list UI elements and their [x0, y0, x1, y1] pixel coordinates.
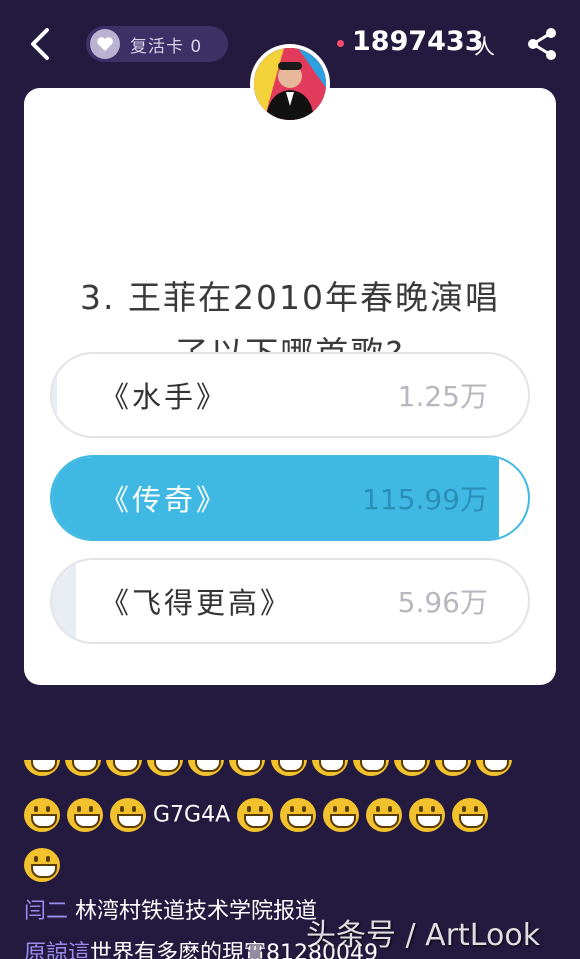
host-avatar: [250, 44, 330, 124]
grin-emoji-icon: [409, 798, 446, 832]
live-dot: [337, 40, 344, 47]
chat-faded-row: [0, 760, 580, 780]
grin-emoji-icon: [229, 760, 266, 776]
answer-option-3[interactable]: 《飞得更高》 5.96万: [50, 558, 530, 644]
question-line-1: 3. 王菲在2010年春晚演唱: [80, 278, 500, 317]
chat-emoji-row-text: G7G4A: [153, 802, 231, 828]
grin-emoji-icon: [323, 798, 360, 832]
option-3-label: 《飞得更高》: [100, 586, 293, 620]
revive-card-label: 复活卡 0: [130, 36, 203, 57]
grin-emoji-icon: [106, 760, 143, 776]
chat-message-1: 闫二 林湾村铁道技术学院报道: [24, 893, 317, 925]
chat-username: 闫二: [24, 899, 69, 924]
chat-text: 林湾村铁道技术学院报道: [75, 899, 318, 924]
grin-emoji-icon: [352, 760, 389, 776]
option-1-label: 《水手》: [100, 380, 229, 414]
grin-emoji-icon: [24, 798, 60, 832]
answer-option-1[interactable]: 《水手》 1.25万: [50, 352, 530, 438]
option-3-count: 5.96万: [397, 586, 488, 619]
viewer-unit: 人: [474, 35, 495, 59]
share-button[interactable]: [522, 24, 562, 64]
grin-emoji-icon: [311, 760, 348, 776]
heart-icon: [90, 29, 120, 59]
chevron-left-icon: [31, 28, 49, 60]
grin-emoji-icon: [110, 798, 146, 832]
chat-message-emoji-single: [24, 848, 60, 882]
grin-emoji-icon: [366, 798, 403, 832]
revive-card-badge[interactable]: 复活卡 0: [86, 26, 228, 62]
option-1-count: 1.25万: [397, 380, 488, 413]
grin-emoji-icon: [24, 848, 60, 882]
grin-emoji-icon: [476, 760, 513, 776]
grin-emoji-icon: [188, 760, 225, 776]
option-2-count: 115.99万: [362, 483, 488, 516]
grin-emoji-icon: [24, 760, 60, 776]
back-button[interactable]: [22, 24, 58, 64]
option-1-bar: [52, 354, 57, 436]
viewer-count: 1897433: [352, 26, 484, 57]
grin-emoji-icon: [270, 760, 307, 776]
chat-message-emoji-row: G7G4A: [24, 798, 489, 832]
share-icon: [528, 28, 556, 60]
grin-emoji-icon: [147, 760, 184, 776]
option-2-label: 《传奇》: [100, 483, 229, 517]
chat-username: 原諒這: [24, 941, 91, 959]
option-3-bar: [52, 560, 76, 642]
watermark: 头条号 / ArtLook: [306, 918, 541, 953]
grin-emoji-icon: [280, 798, 317, 832]
grin-emoji-icon: [65, 760, 102, 776]
grin-emoji-icon: [237, 798, 274, 832]
answer-option-2[interactable]: 《传奇》 115.99万: [50, 455, 530, 541]
grin-emoji-icon: [434, 760, 471, 776]
grin-emoji-icon: [393, 760, 430, 776]
grin-emoji-icon: [452, 798, 489, 832]
grin-emoji-icon: [67, 798, 103, 832]
